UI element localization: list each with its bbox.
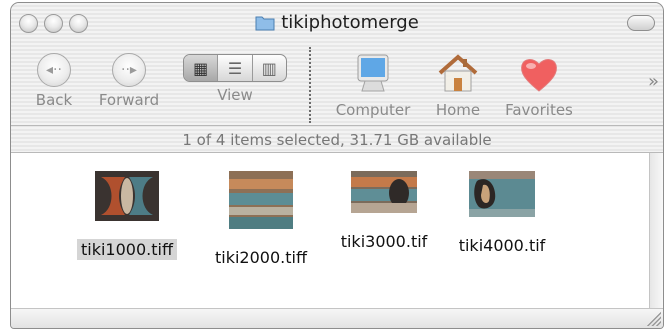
forward-label: Forward [98, 91, 160, 109]
toolbar-toggle-button[interactable] [627, 15, 655, 31]
file-item[interactable]: tiki1000.tiff [67, 171, 187, 260]
computer-icon [350, 51, 396, 97]
forward-arrow-icon: ··▸ [112, 53, 146, 87]
file-item[interactable]: tiki3000.tif [331, 171, 437, 252]
image-thumbnail-icon [447, 171, 557, 221]
favorites-label: Favorites [505, 101, 573, 119]
window-title: tikiphotomerge [11, 12, 663, 36]
vertical-scrollbar[interactable] [649, 153, 663, 308]
folder-icon [255, 14, 275, 36]
finder-window: tikiphotomerge ◂·· Back ··▸ Forward ▦ ☰ … [10, 2, 664, 329]
home-icon [435, 51, 481, 97]
icon-view-icon[interactable]: ▦ [184, 55, 218, 81]
toolbar-overflow-icon[interactable]: » [648, 71, 659, 92]
window-chrome: tikiphotomerge ◂·· Back ··▸ Forward ▦ ☰ … [11, 3, 663, 153]
favorites-button[interactable]: Favorites [499, 47, 579, 119]
file-name-label: tiki4000.tif [458, 236, 546, 255]
file-name-label: tiki3000.tif [340, 232, 428, 251]
computer-button[interactable]: Computer [331, 47, 415, 119]
file-icon-view[interactable]: tiki1000.tiff tiki2000.tiff tiki3000.tif… [11, 153, 649, 308]
image-thumbnail-icon [201, 171, 321, 233]
file-name-label: tiki1000.tiff [77, 239, 177, 260]
back-button[interactable]: ◂·· Back [27, 47, 81, 109]
toolbar: ◂·· Back ··▸ Forward ▦ ☰ ▥ View Computer… [11, 43, 663, 125]
file-name-label: tiki2000.tiff [215, 248, 307, 267]
resize-grip-icon[interactable] [647, 312, 661, 326]
window-title-text: tikiphotomerge [281, 12, 419, 33]
heart-icon [516, 51, 562, 97]
toolbar-separator [309, 47, 311, 123]
list-view-icon[interactable]: ☰ [217, 55, 251, 81]
image-thumbnail-icon [331, 171, 437, 217]
file-item[interactable]: tiki4000.tif [447, 171, 557, 256]
back-arrow-icon: ◂·· [37, 53, 71, 87]
home-button[interactable]: Home [429, 47, 487, 119]
title-bar[interactable]: tikiphotomerge [11, 3, 663, 43]
home-label: Home [435, 101, 481, 119]
computer-label: Computer [335, 101, 411, 119]
view-label: View [217, 86, 253, 104]
view-mode-segmented-control[interactable]: ▦ ☰ ▥ [183, 54, 287, 82]
column-view-icon[interactable]: ▥ [251, 55, 286, 81]
status-bar: 1 of 4 items selected, 31.71 GB availabl… [11, 125, 663, 153]
horizontal-scrollbar[interactable] [11, 308, 663, 328]
image-thumbnail-icon [67, 171, 187, 225]
forward-button[interactable]: ··▸ Forward [91, 47, 167, 109]
view-control: ▦ ☰ ▥ View [183, 47, 287, 104]
back-label: Back [35, 91, 73, 109]
file-item[interactable]: tiki2000.tiff [201, 171, 321, 268]
